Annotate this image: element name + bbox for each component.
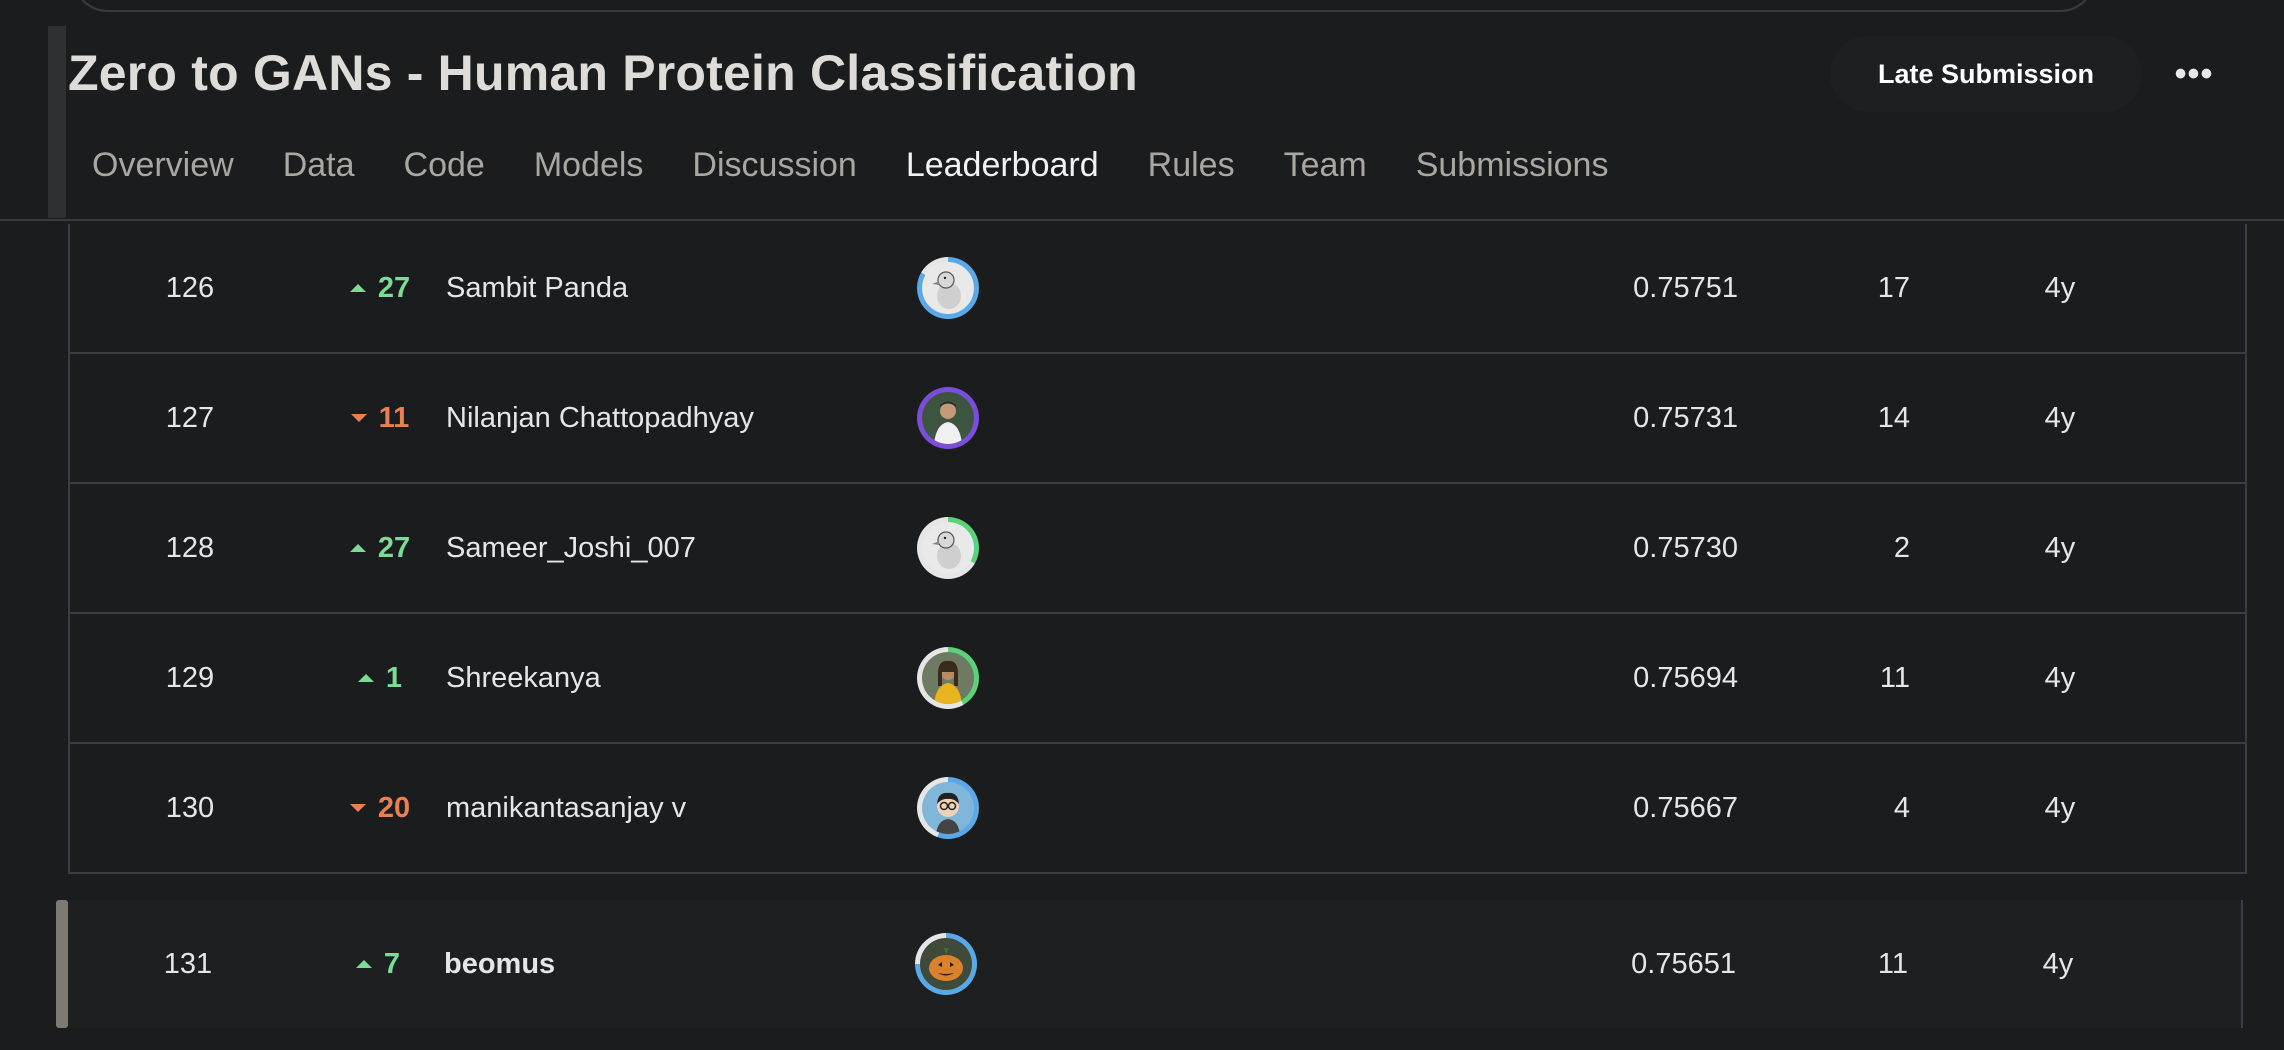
- search-bar[interactable]: [72, 0, 2096, 12]
- competition-tabs: Overview Data Code Models Discussion Lea…: [92, 146, 1657, 185]
- goose-avatar[interactable]: [917, 257, 979, 319]
- team-name[interactable]: beomus: [444, 900, 964, 1028]
- rank-change-cell: 20: [310, 744, 450, 872]
- tab-code[interactable]: Code: [404, 146, 485, 185]
- cartoon-avatar[interactable]: [917, 777, 979, 839]
- table-row[interactable]: 127 11 Nilanjan Chattopadhyay 0.75731 14…: [70, 354, 2245, 484]
- arrow-down-icon: [350, 414, 367, 422]
- arrow-up-icon: [357, 674, 374, 682]
- team-name[interactable]: Nilanjan Chattopadhyay: [446, 354, 966, 482]
- rank-change-value: 1: [385, 661, 403, 694]
- team-members-cell: [913, 484, 983, 612]
- rank-change-value: 27: [377, 271, 411, 304]
- team-members-cell: [913, 224, 983, 352]
- table-row[interactable]: 126 27 Sambit Panda 0.75751 17 4y: [70, 224, 2245, 354]
- score-cell: 0.75651: [1631, 947, 1736, 980]
- score-cell: 0.75730: [1633, 531, 1738, 564]
- pumpkin-avatar[interactable]: [915, 933, 977, 995]
- arrow-up-icon: [349, 284, 366, 292]
- entries-cell: 11: [1879, 661, 1910, 694]
- team-members-cell: [913, 614, 983, 742]
- last-submission-cell: 4y: [2044, 661, 2076, 694]
- rank-change-value: 11: [378, 401, 410, 434]
- person-avatar[interactable]: [917, 647, 979, 709]
- rank-cell: 131: [163, 947, 213, 980]
- rank-cell: 126: [165, 271, 215, 304]
- score-cell: 0.75731: [1633, 401, 1738, 434]
- rank-change-cell: 11: [310, 354, 450, 482]
- header-accent-bar: [48, 26, 66, 218]
- score-cell: 0.75667: [1633, 791, 1738, 824]
- team-name[interactable]: Shreekanya: [446, 614, 966, 742]
- table-row[interactable]: 128 27 Sameer_Joshi_007 0.75730 2 4y: [70, 484, 2245, 614]
- last-submission-cell: 4y: [2044, 271, 2076, 304]
- leaderboard-table: 126 27 Sambit Panda 0.75751 17 4y 127 11…: [68, 224, 2247, 874]
- tab-team[interactable]: Team: [1284, 146, 1367, 185]
- arrow-up-icon: [355, 960, 372, 968]
- table-row[interactable]: 130 20 manikantasanjay v 0.75667 4 4y: [70, 744, 2245, 874]
- rank-cell: 130: [165, 791, 215, 824]
- header-divider: [0, 219, 2284, 221]
- leaderboard-page: Zero to GANs - Human Protein Classificat…: [0, 0, 2284, 1050]
- row-border: [2241, 900, 2243, 1028]
- team-members-cell: [913, 354, 983, 482]
- team-members-cell: [911, 900, 981, 1028]
- rank-change-cell: 1: [310, 614, 450, 742]
- entries-cell: 2: [1893, 531, 1910, 564]
- last-submission-cell: 4y: [2044, 401, 2076, 434]
- last-submission-cell: 4y: [2042, 947, 2074, 980]
- rank-change-value: 7: [383, 947, 401, 980]
- entries-cell: 4: [1893, 791, 1910, 824]
- tab-overview[interactable]: Overview: [92, 146, 234, 185]
- table-row[interactable]: 129 1 Shreekanya 0.75694 11 4y: [70, 614, 2245, 744]
- entries-cell: 11: [1877, 947, 1908, 980]
- rank-cell: 129: [165, 661, 215, 694]
- rank-cell: 128: [165, 531, 215, 564]
- last-submission-cell: 4y: [2044, 791, 2076, 824]
- score-cell: 0.75694: [1633, 661, 1738, 694]
- tab-models[interactable]: Models: [534, 146, 644, 185]
- arrow-down-icon: [349, 804, 366, 812]
- current-user-accent-bar: [56, 900, 68, 1028]
- arrow-up-icon: [349, 544, 366, 552]
- entries-cell: 17: [1877, 271, 1910, 304]
- tab-submissions[interactable]: Submissions: [1416, 146, 1609, 185]
- team-members-cell: [913, 744, 983, 872]
- tab-rules[interactable]: Rules: [1148, 146, 1235, 185]
- competition-title: Zero to GANs - Human Protein Classificat…: [68, 45, 1138, 101]
- team-name[interactable]: Sameer_Joshi_007: [446, 484, 966, 612]
- rank-change-value: 27: [377, 531, 411, 564]
- tab-leaderboard[interactable]: Leaderboard: [906, 146, 1099, 185]
- team-name[interactable]: manikantasanjay v: [446, 744, 966, 872]
- rank-change-value: 20: [377, 791, 411, 824]
- current-user-row[interactable]: 131 7 beomus 0.75651 11 4y: [56, 900, 2243, 1028]
- rank-change-cell: 27: [310, 484, 450, 612]
- rank-cell: 127: [165, 401, 215, 434]
- rank-change-cell: 27: [310, 224, 450, 352]
- entries-cell: 14: [1877, 401, 1910, 434]
- score-cell: 0.75751: [1633, 271, 1738, 304]
- team-name[interactable]: Sambit Panda: [446, 224, 966, 352]
- rank-change-cell: 7: [308, 900, 448, 1028]
- tab-data[interactable]: Data: [283, 146, 355, 185]
- goose-avatar[interactable]: [917, 517, 979, 579]
- late-submission-button[interactable]: Late Submission: [1830, 36, 2142, 112]
- last-submission-cell: 4y: [2044, 531, 2076, 564]
- person-avatar[interactable]: [917, 387, 979, 449]
- tab-discussion[interactable]: Discussion: [692, 146, 856, 185]
- more-options-icon[interactable]: •••: [2162, 48, 2226, 100]
